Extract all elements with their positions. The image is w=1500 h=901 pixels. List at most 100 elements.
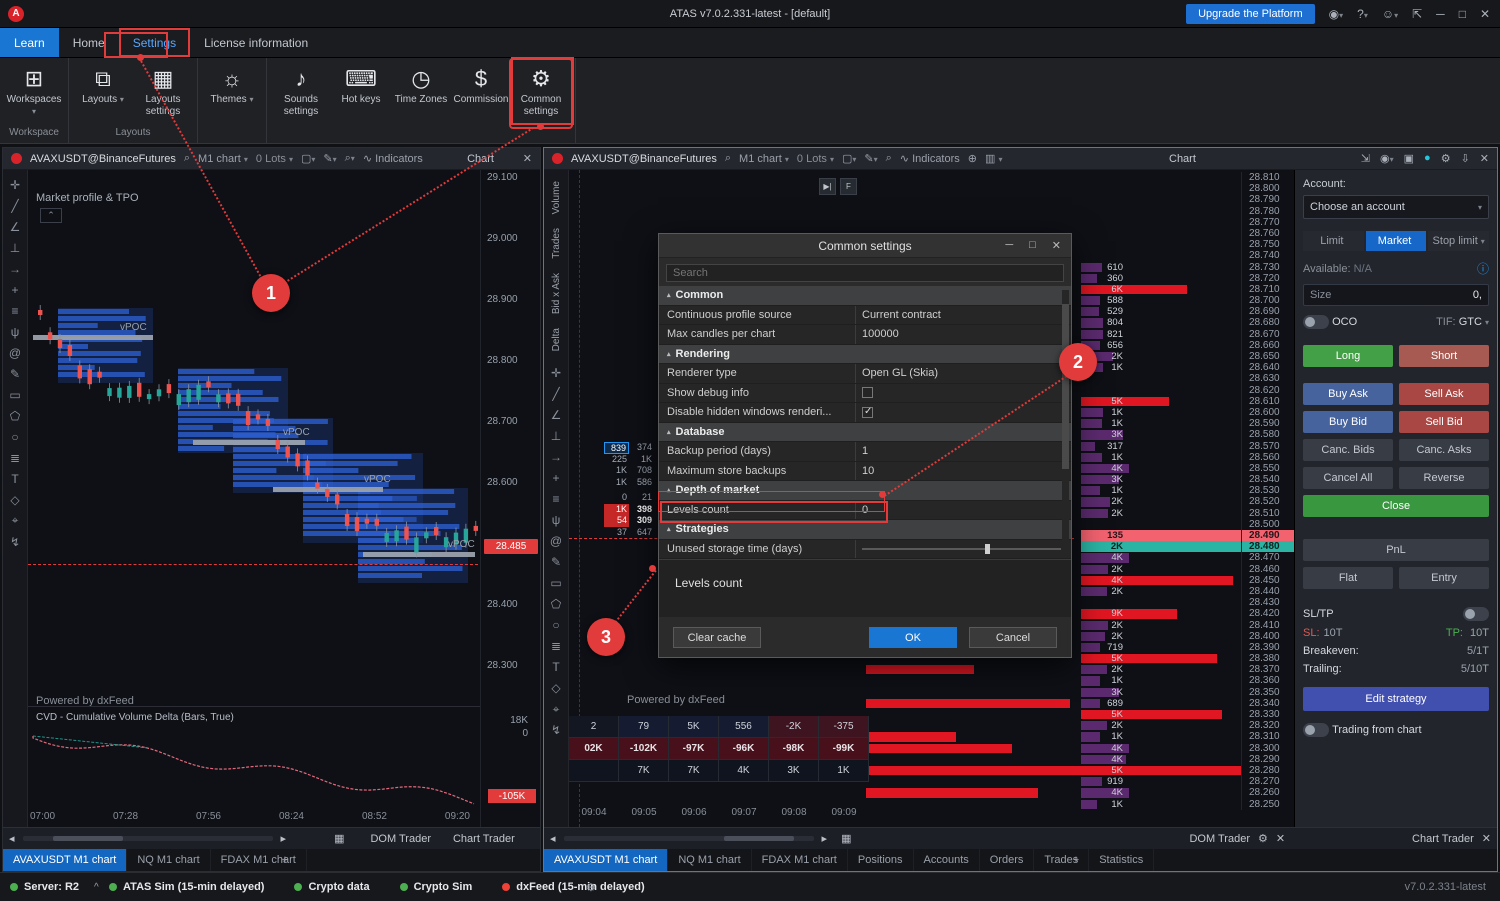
close-icon[interactable]: ✕ [1482, 832, 1491, 845]
chart-canvas[interactable]: Market profile & TPO ⌃ vPOC vPOC vPOC vP… [28, 170, 480, 827]
short-button[interactable]: Short [1399, 345, 1489, 367]
chart-trader-link[interactable]: Chart Trader [453, 833, 515, 845]
ok-button[interactable]: OK [869, 627, 957, 648]
drawing-tool-icon[interactable]: ✛ [546, 363, 567, 384]
drawing-tool-icon[interactable]: ≣ [546, 636, 567, 657]
dom-row[interactable]: 2K 28.320 [866, 720, 1294, 731]
cancel-all-button[interactable]: Cancel All [1303, 467, 1393, 489]
slider[interactable] [862, 548, 1061, 550]
drawing-tool-icon[interactable]: ⌖ [5, 510, 26, 531]
pin-icon[interactable]: ⇱ [1412, 7, 1422, 21]
entry-button[interactable]: Entry [1399, 567, 1489, 589]
dom-row[interactable]: 3K 28.350 [866, 687, 1294, 698]
drawing-tool-icon[interactable]: ╱ [546, 384, 567, 405]
zoom-icon[interactable]: ⌕▾ [345, 152, 355, 165]
lots-select[interactable]: 0 Lots ▾ [256, 153, 293, 165]
tp-value[interactable]: 10T [1470, 627, 1489, 639]
ribbon-button[interactable]: ⌨ Hot keys [331, 60, 391, 127]
drawing-tool-icon[interactable]: ⌖ [546, 699, 567, 720]
close-icon[interactable]: ✕ [1480, 7, 1490, 21]
ribbon-button[interactable]: $ Commission [451, 60, 511, 127]
gear-icon[interactable]: ⚙ [1258, 832, 1268, 845]
panel-tab[interactable]: Bid x Ask [551, 273, 562, 314]
chart-tab[interactable]: NQ M1 chart [668, 849, 751, 871]
dom-row[interactable]: 4K 28.260 [866, 787, 1294, 798]
pin-icon[interactable]: ⇩ [1461, 152, 1470, 165]
fullscreen-icon[interactable]: ▣ [1404, 152, 1414, 165]
ribbon-button[interactable]: ⚙ Common settings [511, 60, 571, 127]
chart-scrollbar[interactable] [564, 836, 814, 841]
zoom-icon[interactable]: ⌕ [886, 152, 892, 165]
trailing-value[interactable]: 5/10T [1461, 663, 1489, 675]
order-type-tab[interactable]: Market [1366, 231, 1427, 251]
order-type-tab[interactable]: Limit [1303, 231, 1364, 251]
scroll-right-icon[interactable]: ▸ [281, 832, 287, 845]
settings-row[interactable]: ▴ Continuous profile source Current cont… [659, 306, 1071, 326]
minimize-icon[interactable]: ─ [1005, 239, 1013, 252]
settings-row[interactable]: ▴ Unused storage time (days) [659, 540, 1071, 560]
drawing-tool-icon[interactable]: T [5, 468, 26, 489]
connection-status[interactable]: Crypto data [294, 881, 369, 893]
drawing-tool-icon[interactable]: @ [5, 342, 26, 363]
dom-row[interactable]: 28.800 [866, 183, 1294, 194]
close-icon[interactable]: ✕ [1276, 832, 1285, 845]
lots-select[interactable]: 0 Lots ▾ [797, 153, 834, 165]
dom-row[interactable]: 919 28.270 [866, 776, 1294, 787]
setting-value[interactable]: Current contract [862, 309, 941, 321]
drawing-tool-icon[interactable]: + [5, 279, 26, 300]
cancel-bids-button[interactable]: Canc. Bids [1303, 439, 1393, 461]
drawing-tool-icon[interactable]: → [5, 258, 26, 279]
panel-tab[interactable]: Delta [551, 328, 562, 351]
edit-strategy-button[interactable]: Edit strategy [1303, 687, 1489, 711]
connection-status[interactable]: Crypto Sim [400, 881, 473, 893]
dom-row[interactable]: 5K 28.280 [866, 765, 1294, 776]
search-icon[interactable]: ⌕ [184, 152, 190, 165]
settings-row[interactable]: ▴ Backup period (days) 1 [659, 442, 1071, 462]
drawing-tool-icon[interactable]: ⬠ [546, 594, 567, 615]
drawing-tool-icon[interactable]: ◇ [5, 489, 26, 510]
reverse-button[interactable]: Reverse [1399, 467, 1489, 489]
drawing-tool-icon[interactable]: ⊥ [546, 426, 567, 447]
cancel-asks-button[interactable]: Canc. Asks [1399, 439, 1489, 461]
indicators-button[interactable]: ∿ Indicators [900, 152, 960, 165]
buy-bid-button[interactable]: Buy Bid [1303, 411, 1393, 433]
ribbon-button[interactable]: ⧉ Layouts ▾ [73, 60, 133, 127]
settings-search-input[interactable] [666, 264, 1064, 282]
pencil-icon[interactable]: ✎▾ [864, 152, 877, 165]
dom-row[interactable]: 689 28.340 [866, 698, 1294, 709]
dom-trader-link[interactable]: DOM Trader [370, 833, 431, 845]
dom-row[interactable]: 1K 28.310 [866, 731, 1294, 742]
drawing-tool-icon[interactable]: ⊥ [5, 237, 26, 258]
collapse-icon[interactable]: ▴ [667, 486, 671, 494]
maximize-icon[interactable]: □ [1459, 7, 1466, 21]
drawing-tool-icon[interactable]: ○ [546, 615, 567, 636]
settings-row[interactable]: ▴ Max candles per chart 100000 [659, 325, 1071, 345]
chart-tab[interactable]: AVAXUSDT M1 chart [3, 849, 127, 871]
indicators-button[interactable]: ∿ Indicators [363, 152, 423, 165]
dock-icon[interactable]: ⇲ [1361, 152, 1370, 165]
chart-tab[interactable]: NQ M1 chart [127, 849, 210, 871]
timeframe-select[interactable]: M1 chart ▾ [739, 153, 789, 165]
checkbox[interactable] [862, 387, 873, 398]
drawing-tool-icon[interactable]: → [546, 447, 567, 468]
settings-row[interactable]: ▴ Strategies [659, 520, 1071, 540]
target-icon[interactable]: ⊕ [968, 152, 977, 165]
panel-tab[interactable]: Volume [551, 181, 562, 214]
drawing-tool-icon[interactable]: ╱ [5, 195, 26, 216]
dom-row[interactable]: 5K 28.330 [866, 709, 1294, 720]
close-position-button[interactable]: Close [1303, 495, 1489, 517]
drawing-tool-icon[interactable]: ✎ [5, 363, 26, 384]
setting-value[interactable]: 10 [862, 465, 874, 477]
ribbon-button[interactable]: ⊞ Workspaces ▾ [4, 60, 64, 127]
drawing-tool-icon[interactable]: ○ [5, 426, 26, 447]
monitor-icon[interactable]: ▢▾ [842, 152, 856, 165]
symbol-label[interactable]: AVAXUSDT@BinanceFutures [30, 153, 176, 165]
camera-icon[interactable]: ◉▾ [1380, 152, 1394, 165]
settings-row[interactable]: ▴ Depth of market [659, 481, 1071, 501]
info-icon[interactable]: ⓘ [1477, 260, 1489, 277]
drawing-tool-icon[interactable]: + [546, 468, 567, 489]
drawing-tool-icon[interactable]: ψ [5, 321, 26, 342]
ribbon-button[interactable]: ◷ Time Zones [391, 60, 451, 127]
settings-row[interactable]: ▴ Renderer type Open GL (Skia) [659, 364, 1071, 384]
menu-tab[interactable]: Settings [119, 28, 190, 57]
